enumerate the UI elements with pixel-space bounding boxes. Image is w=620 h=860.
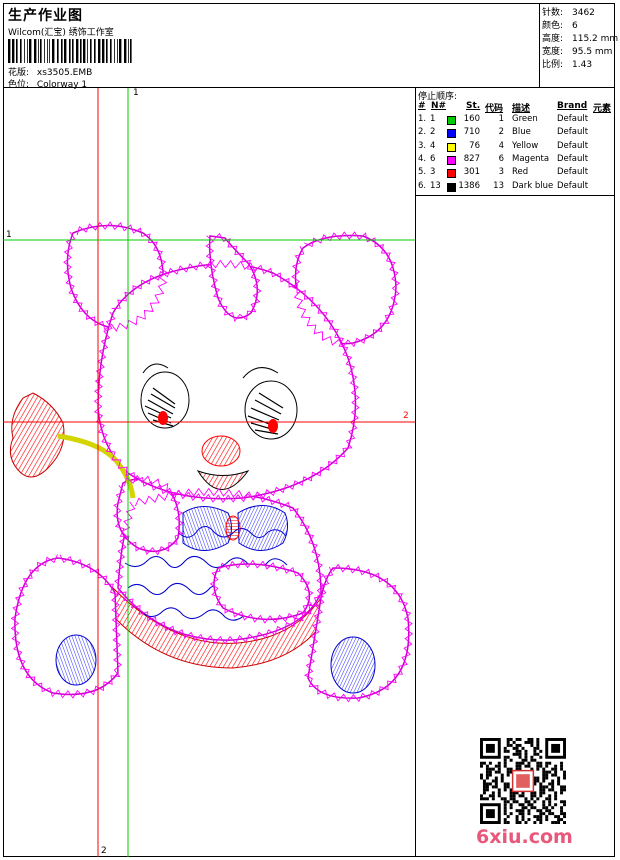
stats-block: 针数: 3462 颜色: 6 高度: 115.2 mm 宽度: 95.5 mm 比例: 1… [540, 3, 618, 88]
row-index: 1. [418, 114, 427, 124]
guide-label-h2: 2 [403, 411, 409, 421]
row-stitches: 76 [469, 140, 480, 151]
row-code: 13 [493, 180, 504, 191]
col-header-brand: Brand [557, 101, 588, 111]
row-desc: Magenta [512, 153, 550, 164]
watermark-logo: 6xiu.com [476, 826, 573, 848]
col-header-num: # [418, 101, 426, 111]
col-header-desc: 描述 [512, 104, 531, 114]
stat-colors: 颜色: 6 [542, 18, 578, 31]
row-desc: Green [512, 114, 538, 124]
stop-sequence-panel: 停止顺序: # N# St. 代码 描述 Brand 元素 1. 1 160 1 Gre… [416, 88, 615, 196]
stop-sequence-row: 3. 4 76 4 Yellow Default [416, 141, 615, 154]
design-canvas: 1 2 1 2 [3, 88, 416, 857]
stat-label: 颜色: [542, 21, 564, 31]
qr-code [480, 738, 566, 824]
row-code: 6 [498, 153, 504, 164]
row-desc: Red [512, 167, 529, 178]
stat-label: 宽度: [542, 47, 564, 57]
stop-sequence-row: 6. 13 1386 13 Dark blue Default [416, 181, 615, 194]
color-swatch [447, 169, 456, 179]
row-index: 4. [418, 153, 427, 164]
row-brand: Default [557, 127, 589, 138]
row-brand: Default [557, 180, 589, 191]
stat-width: 宽度: 95.5 mm [542, 44, 612, 57]
row-needle: 2 [430, 127, 436, 138]
row-code: 4 [498, 140, 504, 151]
row-needle: 13 [430, 180, 441, 191]
row-index: 6. [418, 180, 427, 191]
bow-right [237, 505, 289, 551]
row-index: 2. [418, 127, 427, 138]
bow-knot [225, 515, 241, 541]
stop-sequence-row: 4. 6 827 6 Magenta Default [416, 154, 615, 167]
col-header-stitches: St. [466, 101, 481, 111]
color-swatch [447, 142, 456, 152]
row-code: 2 [498, 127, 504, 138]
color-swatch [447, 155, 456, 165]
row-desc: Blue [512, 127, 531, 138]
company-name: Wilcom(汇宝) 绣饰工作室 [8, 28, 114, 38]
nose [201, 435, 241, 467]
color-swatch [447, 129, 456, 139]
color-swatch [447, 182, 456, 192]
stat-label: 比例: [542, 60, 564, 70]
stop-sequence-row: 2. 2 710 2 Blue Default [416, 127, 615, 140]
stat-label: 针数: [542, 8, 564, 18]
stat-value: 95.5 mm [572, 47, 613, 57]
row-desc: Yellow [512, 140, 539, 151]
color-swatch [447, 116, 456, 125]
row-brand: Default [557, 140, 589, 151]
left-pupil [158, 411, 168, 425]
row-needle: 6 [430, 153, 436, 164]
right-pupil [268, 419, 278, 433]
row-desc: Dark blue [512, 180, 554, 191]
guide-label-v1: 1 [133, 88, 139, 98]
col-header-code: 代码 [485, 104, 504, 114]
flower-petal [9, 392, 65, 478]
barcode [8, 39, 132, 63]
stat-scale: 比例: 1.43 [542, 57, 592, 70]
stat-height: 高度: 115.2 mm [542, 31, 618, 44]
embroidery-design [3, 88, 415, 857]
stat-value: 6 [572, 21, 578, 31]
page-title: 生产作业图 [8, 8, 83, 24]
stat-value: 115.2 mm [572, 34, 619, 44]
row-index: 3. [418, 140, 427, 151]
left-foot-pad [55, 634, 97, 686]
right-foot-pad [330, 636, 376, 694]
stat-stitches: 针数: 3462 [542, 5, 595, 18]
row-index: 5. [418, 167, 427, 178]
row-code: 1 [498, 114, 504, 124]
stat-value: 1.43 [572, 60, 593, 70]
row-needle: 3 [430, 167, 436, 178]
col-header-no: N# [431, 101, 447, 111]
row-stitches: 827 [463, 153, 480, 164]
row-needle: 4 [430, 140, 436, 151]
row-needle: 1 [430, 114, 436, 124]
stop-sequence-row: 1. 1 160 1 Green Default [416, 114, 615, 127]
stat-label: 高度: [542, 34, 564, 44]
row-stitches: 710 [463, 127, 480, 138]
row-brand: Default [557, 167, 589, 178]
col-header-element: 元素 [593, 104, 612, 114]
row-brand: Default [557, 114, 589, 124]
row-code: 3 [498, 167, 504, 178]
bow-left [182, 506, 232, 551]
row-stitches: 1386 [458, 180, 480, 191]
row-stitches: 301 [463, 167, 480, 178]
row-stitches: 160 [463, 114, 480, 124]
row-brand: Default [557, 153, 589, 164]
stat-value: 3462 [572, 8, 595, 18]
guide-label-h1: 1 [6, 230, 12, 240]
stop-sequence-row: 5. 3 301 3 Red Default [416, 167, 615, 180]
guide-label-v2: 2 [101, 846, 107, 856]
header-block: 生产作业图 Wilcom(汇宝) 绣饰工作室 花版: xs3505.EMB 色位… [3, 3, 540, 90]
